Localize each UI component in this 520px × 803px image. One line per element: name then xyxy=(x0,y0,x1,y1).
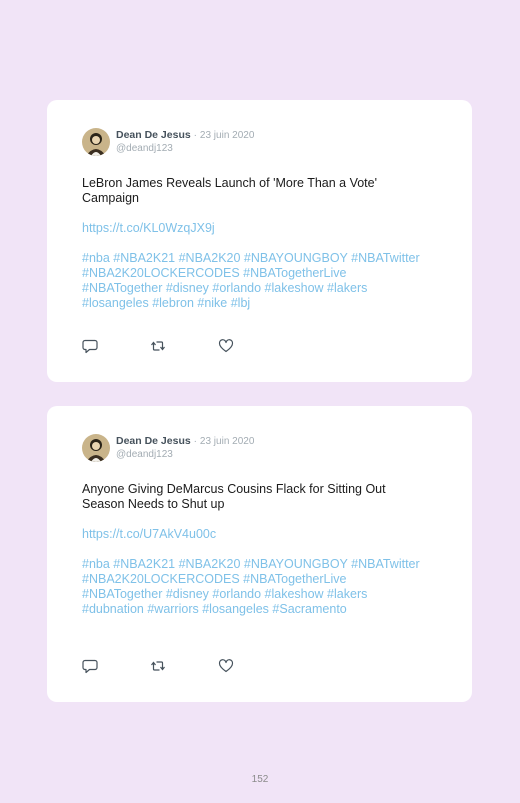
tweet-header: Dean De Jesus · 23 juin 2020 @deandj123 xyxy=(82,128,442,160)
tweet-meta: Dean De Jesus · 23 juin 2020 @deandj123 xyxy=(116,128,254,155)
separator-dot: · xyxy=(193,436,197,447)
author-handle[interactable]: @deandj123 xyxy=(116,142,254,155)
tweet-card: Dean De Jesus · 23 juin 2020 @deandj123 … xyxy=(47,100,472,382)
heart-icon[interactable] xyxy=(218,658,234,674)
tweet-text: Anyone Giving DeMarcus Cousins Flack for… xyxy=(82,482,386,511)
tweet-date[interactable]: 23 juin 2020 xyxy=(200,130,255,141)
tweet-actions xyxy=(82,338,286,354)
tweet-link[interactable]: https://t.co/KL0WzqJX9j xyxy=(82,221,442,236)
tweet-link[interactable]: https://t.co/U7AkV4u00c xyxy=(82,527,442,542)
tweet-text: LeBron James Reveals Launch of 'More Tha… xyxy=(82,176,377,205)
tweet-card: Dean De Jesus · 23 juin 2020 @deandj123 … xyxy=(47,406,472,702)
tweet-hashtags[interactable]: #nba #NBA2K21 #NBA2K20 #NBAYOUNGBOY #NBA… xyxy=(82,251,422,311)
retweet-icon[interactable] xyxy=(150,338,166,354)
page-number: 152 xyxy=(251,774,269,785)
author-name[interactable]: Dean De Jesus xyxy=(116,129,191,141)
heart-icon[interactable] xyxy=(218,338,234,354)
tweet-header: Dean De Jesus · 23 juin 2020 @deandj123 xyxy=(82,434,442,466)
avatar[interactable] xyxy=(82,434,110,462)
tweet-hashtags[interactable]: #nba #NBA2K21 #NBA2K20 #NBAYOUNGBOY #NBA… xyxy=(82,557,422,617)
tweet-actions xyxy=(82,658,286,674)
reply-icon[interactable] xyxy=(82,338,98,354)
retweet-icon[interactable] xyxy=(150,658,166,674)
author-name[interactable]: Dean De Jesus xyxy=(116,435,191,447)
tweet-date[interactable]: 23 juin 2020 xyxy=(200,436,255,447)
reply-icon[interactable] xyxy=(82,658,98,674)
author-handle[interactable]: @deandj123 xyxy=(116,448,254,461)
separator-dot: · xyxy=(193,130,197,141)
avatar[interactable] xyxy=(82,128,110,156)
tweet-meta: Dean De Jesus · 23 juin 2020 @deandj123 xyxy=(116,434,254,461)
